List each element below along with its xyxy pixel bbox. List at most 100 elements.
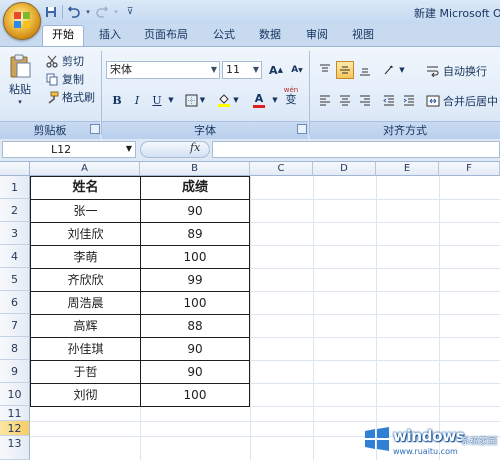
undo-dropdown-icon[interactable]: ▾ <box>85 5 91 19</box>
borders-button[interactable]: ▼ <box>182 91 208 109</box>
cell-score[interactable]: 88 <box>141 315 249 337</box>
cell-name[interactable]: 周浩晨 <box>31 292 140 314</box>
undo-icon[interactable] <box>67 5 81 19</box>
align-left-button[interactable] <box>316 91 334 109</box>
grow-font-button[interactable]: A ▲ <box>266 61 286 79</box>
wrap-text-button[interactable]: 自动换行 <box>426 63 487 79</box>
merge-center-button[interactable]: 合并后居中 <box>426 93 498 109</box>
cell-name[interactable]: 李萌 <box>31 246 140 268</box>
worksheet-grid[interactable]: A B C D E F 1 2 3 4 5 6 7 8 9 10 11 12 1… <box>0 162 500 460</box>
watermark-url: www.ruaitu.com <box>393 447 458 456</box>
font-dialog-launcher[interactable] <box>297 124 307 134</box>
cell-score[interactable]: 90 <box>141 200 249 222</box>
bold-button[interactable]: B <box>108 91 126 109</box>
tab-formulas[interactable]: 公式 <box>204 26 244 44</box>
cell-a1[interactable]: 姓名 <box>31 177 140 199</box>
cell-name[interactable]: 孙佳琪 <box>31 338 140 360</box>
grow-font-icon: A <box>269 63 278 77</box>
format-painter-button[interactable]: 格式刷 <box>46 89 95 105</box>
cell-score[interactable]: 90 <box>141 338 249 360</box>
windows-logo-icon <box>365 427 389 451</box>
tab-home[interactable]: 开始 <box>42 25 84 47</box>
underline-dropdown-icon[interactable]: ▼ <box>166 91 176 109</box>
cell-score[interactable]: 99 <box>141 269 249 291</box>
column-header-b[interactable]: B <box>140 162 250 176</box>
cell-score[interactable]: 100 <box>141 384 249 406</box>
row-header-2[interactable]: 2 <box>0 199 30 222</box>
redo-icon[interactable] <box>95 5 109 19</box>
save-icon[interactable] <box>44 5 58 19</box>
cell-name[interactable]: 齐欣欣 <box>31 269 140 291</box>
insert-function-icon[interactable]: fx <box>190 141 200 154</box>
align-middle-button[interactable] <box>336 61 354 79</box>
row-header-3[interactable]: 3 <box>0 222 30 245</box>
phonetic-button[interactable]: wén 变 <box>278 86 304 106</box>
cell-name[interactable]: 于哲 <box>31 361 140 383</box>
row-header-4[interactable]: 4 <box>0 245 30 268</box>
tab-view[interactable]: 视图 <box>343 26 383 44</box>
format-painter-label: 格式刷 <box>62 91 95 104</box>
row-header-1[interactable]: 1 <box>0 176 30 199</box>
decrease-indent-button[interactable] <box>380 91 398 109</box>
copy-button[interactable]: 复制 <box>46 71 84 87</box>
row-header-6[interactable]: 6 <box>0 291 30 314</box>
cell-score[interactable]: 100 <box>141 246 249 268</box>
align-center-button[interactable] <box>336 91 354 109</box>
select-all-corner[interactable] <box>0 162 30 176</box>
row-header-5[interactable]: 5 <box>0 268 30 291</box>
tab-page-layout[interactable]: 页面布局 <box>138 26 194 44</box>
column-header-c[interactable]: C <box>250 162 313 176</box>
font-size-value: 11 <box>226 63 240 76</box>
chevron-down-icon: ▼ <box>125 144 132 153</box>
font-color-button[interactable]: A <box>246 91 272 109</box>
tab-data[interactable]: 数据 <box>250 26 290 44</box>
paste-button[interactable]: 粘贴 ▾ <box>8 53 32 106</box>
redo-dropdown-icon[interactable]: ▾ <box>113 5 119 19</box>
italic-button[interactable]: I <box>128 91 146 109</box>
scissors-icon <box>46 55 59 68</box>
fill-color-button[interactable]: ▼ <box>214 91 242 109</box>
align-bottom-button[interactable] <box>356 61 374 79</box>
cut-label: 剪切 <box>62 55 84 68</box>
orientation-button[interactable]: ▼ <box>380 61 408 79</box>
row-header-7[interactable]: 7 <box>0 314 30 337</box>
name-box[interactable]: L12 ▼ <box>2 141 136 158</box>
align-right-button[interactable] <box>356 91 374 109</box>
row-header-10[interactable]: 10 <box>0 383 30 406</box>
clipboard-dialog-launcher[interactable] <box>90 124 100 134</box>
cell-score[interactable]: 100 <box>141 292 249 314</box>
table-border <box>249 176 250 407</box>
font-name-select[interactable]: 宋体 ▼ <box>106 61 220 79</box>
format-painter-icon <box>46 91 59 104</box>
quick-access-toolbar: ▾ ▾ ⊽ <box>44 3 137 21</box>
customize-qat-icon[interactable]: ⊽ <box>123 5 137 19</box>
underline-button[interactable]: U <box>148 91 166 109</box>
column-header-e[interactable]: E <box>376 162 439 176</box>
formula-input[interactable] <box>212 141 500 158</box>
shrink-font-button[interactable]: A ▼ <box>287 61 307 79</box>
tab-insert[interactable]: 插入 <box>90 26 130 44</box>
row-header-11[interactable]: 11 <box>0 406 30 421</box>
tab-review[interactable]: 审阅 <box>297 26 337 44</box>
cell-name[interactable]: 刘彻 <box>31 384 140 406</box>
column-header-f[interactable]: F <box>439 162 500 176</box>
row-header-9[interactable]: 9 <box>0 360 30 383</box>
align-top-button[interactable] <box>316 61 334 79</box>
watermark-subtitle: 系统家园 <box>461 437 498 447</box>
row-header-13[interactable]: 13 <box>0 436 30 460</box>
column-header-d[interactable]: D <box>313 162 376 176</box>
row-header-8[interactable]: 8 <box>0 337 30 360</box>
cell-b1[interactable]: 成绩 <box>141 177 249 199</box>
cell-name[interactable]: 张一 <box>31 200 140 222</box>
cell-name[interactable]: 高辉 <box>31 315 140 337</box>
cell-score[interactable]: 90 <box>141 361 249 383</box>
cell-score[interactable]: 89 <box>141 223 249 245</box>
row-header-12[interactable]: 12 <box>0 421 30 436</box>
column-header-a[interactable]: A <box>30 162 140 176</box>
font-size-select[interactable]: 11 ▼ <box>222 61 262 79</box>
cut-button[interactable]: 剪切 <box>46 53 84 69</box>
increase-indent-button[interactable] <box>400 91 418 109</box>
cell-name[interactable]: 刘佳欣 <box>31 223 140 245</box>
paste-icon <box>10 54 31 78</box>
office-button[interactable] <box>3 2 41 40</box>
